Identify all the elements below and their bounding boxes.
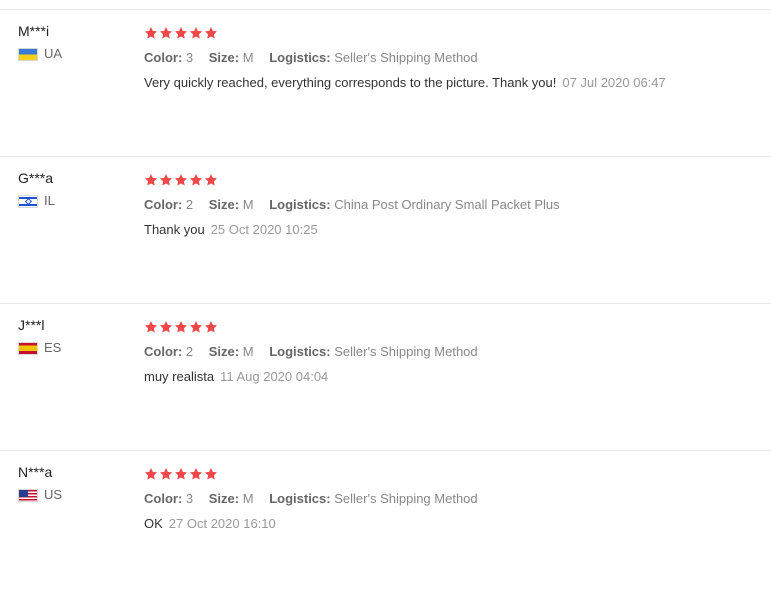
review-feedback: muy realista 11 Aug 2020 04:04 [144,368,761,386]
reviewer-country: IL [18,193,128,209]
star-rating [144,24,761,42]
color-label: Color: [144,344,183,359]
size-label: Size: [208,197,240,212]
reviewer-name: G***a [18,170,54,186]
star-icon [144,321,158,333]
reviewer-name: N***a [18,464,53,480]
reviewer-name: M***i [18,23,50,39]
usa-flag-icon [18,488,38,502]
logistics-value: Seller's Shipping Method [334,344,478,359]
order-attributes: Color: 2 Size: M Logistics: Seller's Shi… [144,343,761,361]
logistics-label: Logistics: [269,197,331,212]
country-code: UA [44,46,63,61]
review-date: 11 Aug 2020 04:04 [220,369,329,384]
star-icon [189,468,203,480]
star-rating [144,171,761,189]
review-date: 25 Oct 2020 10:25 [210,222,318,237]
review-list: M***i UA Color: 3 Size: M Logistics: Sel… [0,0,771,597]
size-value: M [242,50,254,65]
reviewer-info: M***i UA [18,22,128,62]
spain-flag-icon [18,341,38,355]
star-icon [159,321,173,333]
review-feedback: OK 27 Oct 2020 16:10 [144,515,761,533]
review-item: N***a US Color: 3 Size: M Logistics: Sel… [0,450,771,597]
reviewer-info: J***l ES [18,316,128,356]
star-icon [189,321,203,333]
star-icon [189,27,203,39]
star-icon [159,468,173,480]
order-attributes: Color: 3 Size: M Logistics: Seller's Shi… [144,490,761,508]
review-item: J***l ES Color: 2 Size: M Logistics: Sel… [0,303,771,450]
color-value: 3 [185,50,194,65]
star-icon [204,321,218,333]
color-label: Color: [144,50,183,65]
country-code: IL [44,193,55,208]
order-attributes: Color: 3 Size: M Logistics: Seller's Shi… [144,49,761,67]
star-icon [159,27,173,39]
review-feedback: Thank you 25 Oct 2020 10:25 [144,221,761,239]
order-attributes: Color: 2 Size: M Logistics: China Post O… [144,196,761,214]
star-icon [204,27,218,39]
logistics-value: Seller's Shipping Method [334,491,478,506]
reviewer-country: UA [18,46,128,62]
review-text: OK [144,516,163,531]
reviewer-country: US [18,487,128,503]
color-label: Color: [144,197,183,212]
size-label: Size: [208,50,240,65]
star-icon [174,468,188,480]
review-item: G***a IL Color: 2 Size: M Logistics: Chi… [0,156,771,303]
star-rating [144,465,761,483]
star-icon [144,468,158,480]
reviewer-country: ES [18,340,128,356]
size-value: M [242,344,254,359]
review-content: Color: 2 Size: M Logistics: China Post O… [144,171,761,239]
size-label: Size: [208,491,240,506]
color-label: Color: [144,491,183,506]
star-icon [174,174,188,186]
country-code: US [44,487,63,502]
logistics-value: Seller's Shipping Method [334,50,478,65]
israel-flag-icon [18,194,38,208]
logistics-label: Logistics: [269,344,331,359]
star-icon [174,321,188,333]
review-date: 07 Jul 2020 06:47 [562,75,666,90]
size-value: M [242,197,254,212]
star-icon [144,174,158,186]
color-value: 3 [185,491,194,506]
star-icon [204,174,218,186]
star-icon [144,27,158,39]
review-content: Color: 3 Size: M Logistics: Seller's Shi… [144,24,761,92]
country-code: ES [44,340,62,355]
logistics-label: Logistics: [269,491,331,506]
review-item: M***i UA Color: 3 Size: M Logistics: Sel… [0,9,771,156]
logistics-label: Logistics: [269,50,331,65]
color-value: 2 [185,344,194,359]
color-value: 2 [185,197,194,212]
size-value: M [242,491,254,506]
logistics-value: China Post Ordinary Small Packet Plus [334,197,560,212]
reviewer-info: G***a IL [18,169,128,209]
star-rating [144,318,761,336]
review-text: Very quickly reached, everything corresp… [144,75,557,90]
size-label: Size: [208,344,240,359]
star-icon [174,27,188,39]
review-content: Color: 3 Size: M Logistics: Seller's Shi… [144,465,761,533]
reviewer-name: J***l [18,317,45,333]
star-icon [204,468,218,480]
review-feedback: Very quickly reached, everything corresp… [144,74,761,92]
review-text: muy realista [144,369,215,384]
review-content: Color: 2 Size: M Logistics: Seller's Shi… [144,318,761,386]
reviewer-info: N***a US [18,463,128,503]
review-text: Thank you [144,222,205,237]
ukraine-flag-icon [18,47,38,61]
star-icon [189,174,203,186]
review-date: 27 Oct 2020 16:10 [168,516,276,531]
star-icon [159,174,173,186]
